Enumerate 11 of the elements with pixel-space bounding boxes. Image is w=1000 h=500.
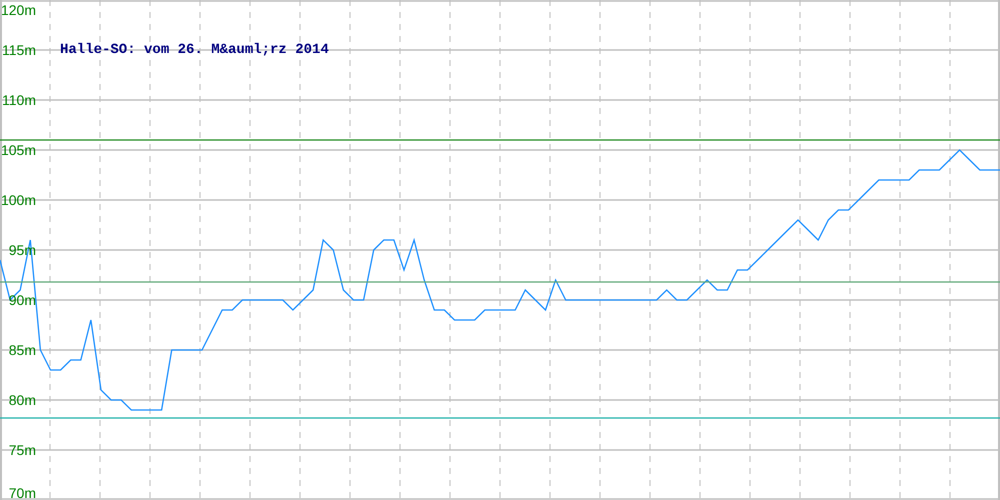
- axis-tick-label: 70m: [8, 485, 36, 500]
- axis-tick-label: 100m: [0, 192, 36, 208]
- axis-tick-label: 75m: [8, 442, 36, 458]
- axis-tick-label: 120m: [0, 2, 36, 18]
- axis-tick-label: 80m: [8, 392, 36, 408]
- axis-tick-label: 85m: [8, 342, 36, 358]
- axis-tick-label: 110m: [2, 92, 36, 108]
- axis-tick-label: 115m: [2, 42, 36, 58]
- chart-title: Halle-SO: vom 26. M&auml;rz 2014: [60, 42, 329, 58]
- axis-tick-label: 90m: [8, 292, 36, 308]
- axis-tick-label: 105m: [0, 142, 36, 158]
